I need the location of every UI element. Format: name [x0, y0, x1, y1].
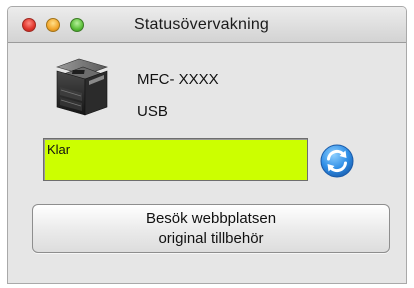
visit-website-label-line2: original tillbehör — [158, 230, 264, 247]
minimize-button[interactable] — [46, 18, 60, 32]
title-bar[interactable]: Statusövervakning — [8, 7, 406, 43]
status-display: Klar — [43, 138, 308, 181]
zoom-button[interactable] — [70, 18, 84, 32]
window-title: Statusövervakning — [134, 16, 270, 33]
connection-type: USB — [137, 103, 168, 120]
visit-website-label-line1: Besök webbplatsen — [145, 210, 277, 227]
visit-website-button[interactable]: Besök webbplatsen original tillbehör — [32, 204, 390, 253]
refresh-icon[interactable] — [320, 144, 354, 178]
status-text: Klar — [47, 142, 71, 157]
status-monitor-window: Statusövervakning MFC- XXXX USB Klar Bes… — [7, 6, 407, 284]
close-button[interactable] — [22, 18, 36, 32]
device-model: MFC- XXXX — [137, 71, 219, 88]
printer-icon — [56, 58, 108, 116]
